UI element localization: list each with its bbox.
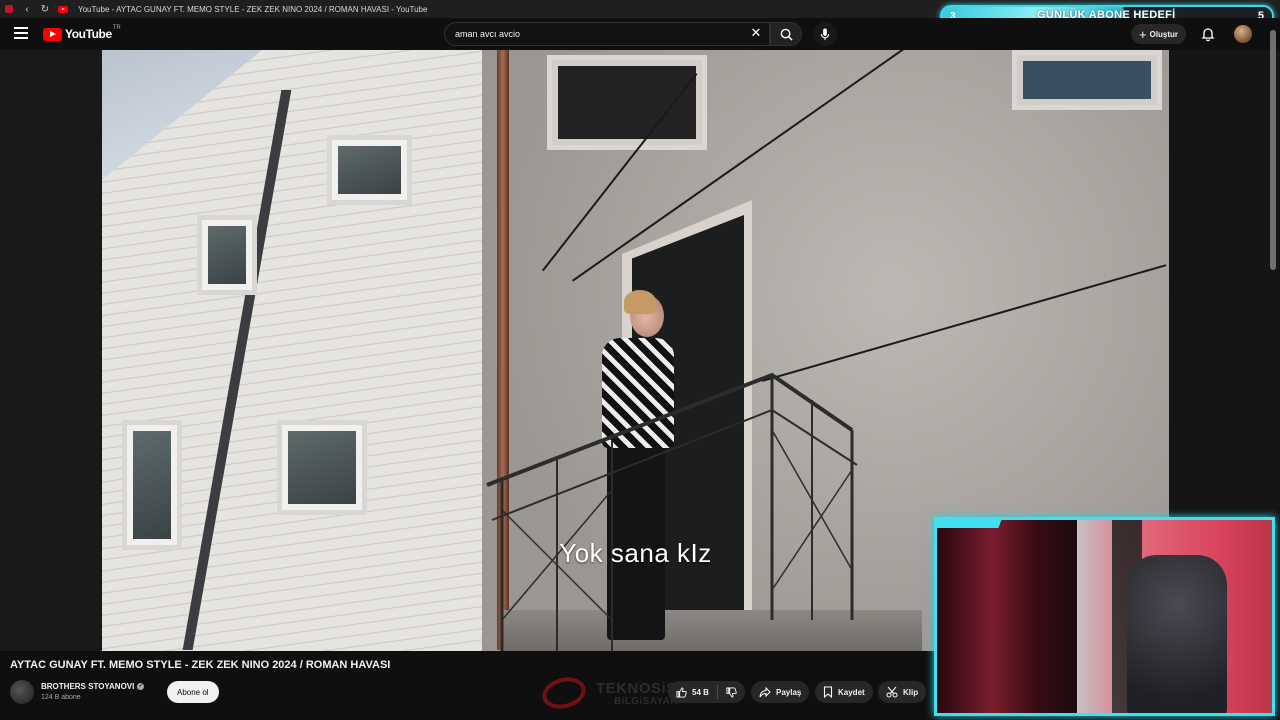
video-scene-window [277,420,367,515]
tab-title: YouTube - AYTAC GUNAY FT. MEMO STYLE - Z… [78,4,428,14]
video-scene-window [122,420,182,550]
save-label: Kaydet [838,687,865,697]
create-button[interactable]: + Oluştur [1131,24,1187,44]
watermark-logo-ring [538,672,590,714]
microphone-icon [820,27,830,40]
subscribe-label: Abone ol [177,687,209,697]
video-scene-person-hair [624,290,656,314]
share-label: Paylaş [776,687,802,697]
reload-icon[interactable]: ↻ [36,0,54,18]
verified-check-icon: ✓ [137,683,145,690]
clip-button[interactable]: Klip [878,681,927,703]
youtube-header: YouTube TR aman avcı avcio ✕ + Oluştur [0,18,1280,50]
watermark-line1: TEKNOSiS [596,680,677,697]
share-icon [759,686,771,697]
clip-label: Klip [903,687,919,697]
like-button[interactable]: 54 B [668,681,717,703]
ambient-left-panel [0,50,102,651]
create-label: Oluştur [1149,29,1179,39]
search-icon [780,28,793,41]
video-scene-window [1012,50,1162,110]
country-code: TR [112,25,121,31]
thumbs-up-icon [676,686,687,698]
share-button[interactable]: Paylaş [751,681,810,703]
webcam-gaming-chair [1127,555,1227,713]
browser-menu-icon[interactable] [0,0,18,18]
video-scene-balcony-railing [486,372,858,651]
back-icon[interactable]: ‹ [18,0,36,18]
youtube-play-icon [43,27,62,41]
hamburger-menu-icon[interactable] [14,27,28,39]
search-button[interactable] [770,22,802,46]
thumbs-down-icon [726,686,737,698]
voice-search-button[interactable] [813,22,837,46]
notifications-bell-icon[interactable] [1200,26,1216,42]
youtube-logo[interactable]: YouTube TR [43,25,121,41]
scissors-icon [886,686,898,698]
channel-name[interactable]: BROTHERS STOYANOVI [41,682,134,691]
video-title: AYTAC GUNAY FT. MEMO STYLE - ZEK ZEK NIN… [10,659,391,671]
channel-name-row[interactable]: BROTHERS STOYANOVI ✓ [41,682,145,691]
channel-avatar[interactable] [10,680,34,704]
video-scene-window [197,215,257,295]
search-input[interactable]: aman avcı avcio [444,22,770,46]
save-button[interactable]: Kaydet [815,681,873,703]
dislike-button[interactable] [718,681,745,703]
webcam-overlay [934,517,1275,716]
like-count: 54 B [692,687,709,697]
ambient-right-panel [1169,50,1280,520]
youtube-logo-text: YouTube [65,27,112,41]
subscriber-count: 124 B abone [41,694,81,701]
like-dislike-group: 54 B [668,681,745,703]
clear-search-icon[interactable]: ✕ [748,25,764,41]
search-value: aman avcı avcio [455,29,521,39]
webcam-curtain [937,520,1077,713]
page-scrollbar[interactable] [1270,30,1276,270]
video-scene-window [327,135,412,205]
bookmark-icon [823,686,833,698]
account-avatar[interactable] [1234,25,1252,43]
webcam-frame-accent [937,520,1004,528]
subscribe-button[interactable]: Abone ol [167,681,219,703]
youtube-favicon-icon [58,5,68,13]
video-scene-vent [547,55,707,150]
plus-icon: + [1139,26,1147,42]
